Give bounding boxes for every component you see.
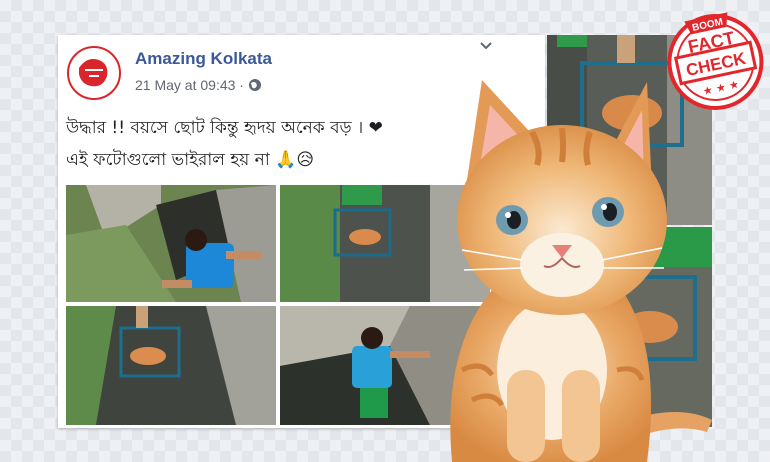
- kitten-image: [450, 80, 712, 462]
- post-photo-1[interactable]: [66, 185, 276, 302]
- culvert-boy-photo: [66, 185, 276, 302]
- fact-check-badge: BOOM FACT CHECK ★ ★ ★: [667, 12, 764, 110]
- chevron-down-icon: [480, 42, 492, 50]
- more-options-button[interactable]: [476, 39, 496, 53]
- post-photo-3[interactable]: [66, 306, 276, 425]
- post-text-line-1: উদ্ধার !! বয়সে ছোট কিন্তু হৃদয় অনেক বড…: [66, 118, 383, 138]
- page-avatar[interactable]: [67, 46, 121, 100]
- post-timestamp[interactable]: 21 May at 09:43 ·: [135, 77, 244, 93]
- basket-water-photo: [66, 306, 276, 425]
- page-logo-icon: [70, 49, 118, 97]
- post-meta: 21 May at 09:43 ·: [135, 77, 262, 93]
- post-text-line-2: এই ফটোগুলো ভাইরাল হয় না 🙏😥: [66, 150, 315, 170]
- globe-icon: [248, 79, 261, 91]
- page-name-link[interactable]: Amazing Kolkata: [135, 49, 272, 69]
